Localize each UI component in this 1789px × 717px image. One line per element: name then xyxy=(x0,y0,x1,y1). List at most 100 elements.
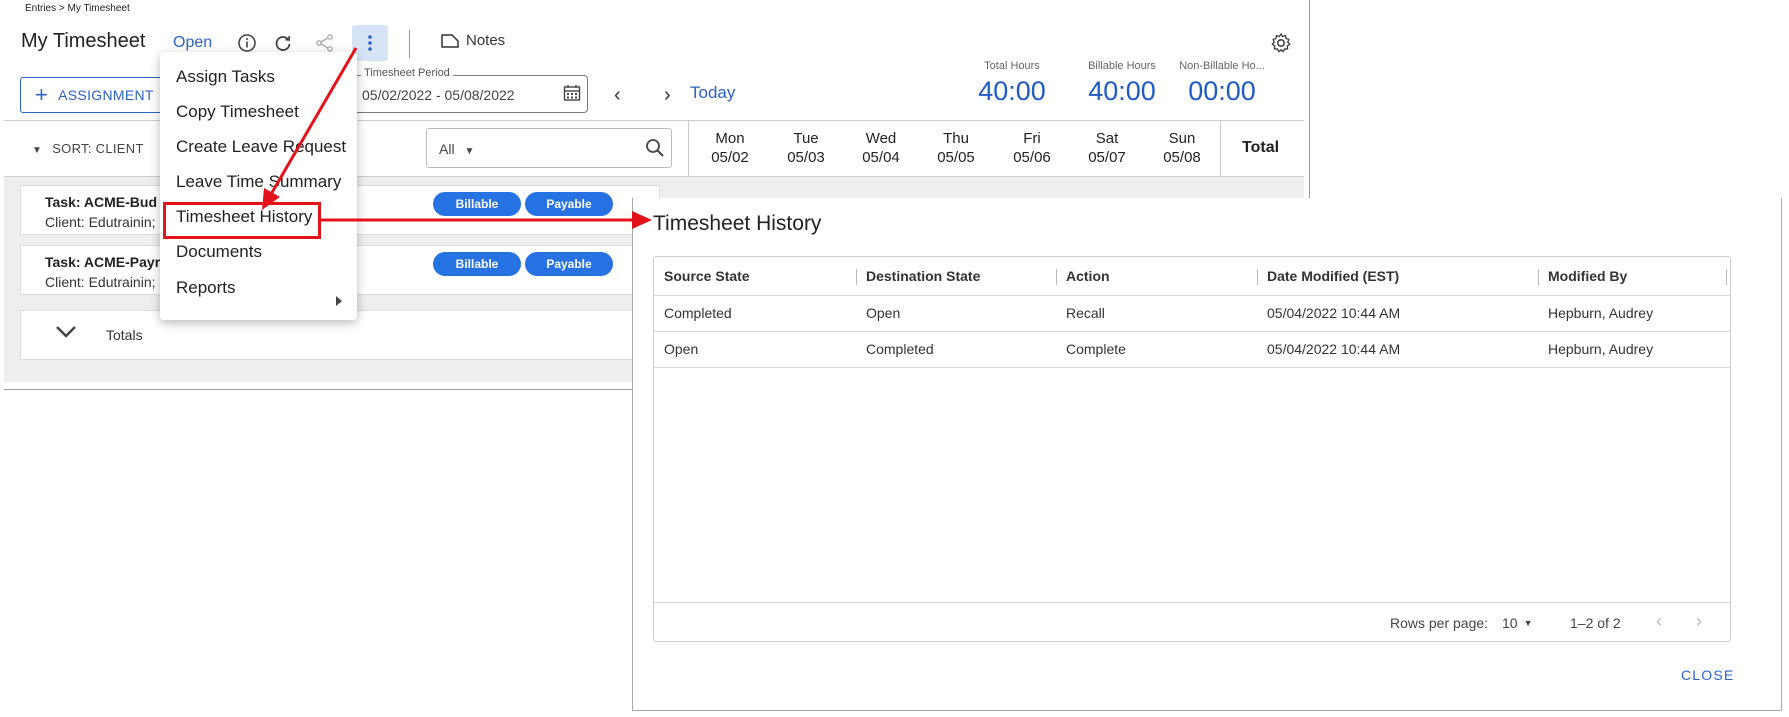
more-options-button[interactable] xyxy=(352,25,388,61)
cell-modified-by: Hepburn, Audrey xyxy=(1548,341,1654,357)
task-client: Client: Edutrainin; xyxy=(45,274,156,290)
day-column-thu: Thu 05/05 xyxy=(937,130,975,166)
more-options-menu: Assign Tasks Copy Timesheet Create Leave… xyxy=(160,52,357,320)
column-divider xyxy=(1220,121,1221,178)
column-header-modified-by[interactable]: Modified By xyxy=(1548,268,1627,284)
task-client: Client: Edutrainin; xyxy=(45,214,156,230)
summary-value: 40:00 xyxy=(978,76,1046,106)
menu-item-create-leave-request[interactable]: Create Leave Request xyxy=(176,137,346,157)
summary-billable-hours: Billable Hours 40:00 xyxy=(1076,60,1168,107)
task-name: Task: ACME-Bud xyxy=(45,194,157,210)
search-icon[interactable] xyxy=(645,138,665,163)
total-column-header: Total xyxy=(1242,139,1280,156)
assignment-label: ASSIGNMENT xyxy=(58,87,154,103)
previous-period-icon[interactable]: ‹ xyxy=(614,84,621,107)
cell-destination-state: Completed xyxy=(866,341,934,357)
summary-value: 40:00 xyxy=(1088,76,1156,106)
summary-total-hours: Total Hours 40:00 xyxy=(968,60,1056,107)
summary-value: 00:00 xyxy=(1188,76,1256,106)
column-header-date-modified[interactable]: Date Modified (EST) xyxy=(1267,268,1399,284)
totals-label: Totals xyxy=(106,327,143,343)
chevron-down-icon[interactable] xyxy=(55,325,77,344)
column-resize-handle[interactable] xyxy=(1538,269,1539,285)
day-column-mon: Mon 05/02 xyxy=(711,130,749,166)
menu-item-leave-time-summary[interactable]: Leave Time Summary xyxy=(176,172,341,192)
rows-per-page-label: Rows per page: xyxy=(1390,615,1489,631)
next-period-icon[interactable]: › xyxy=(664,84,671,107)
cell-modified-by: Hepburn, Audrey xyxy=(1548,305,1654,321)
day-column-sat: Sat 05/07 xyxy=(1088,130,1126,166)
chevron-down-icon: ▼ xyxy=(464,146,475,157)
payable-badge: Payable xyxy=(525,252,613,276)
add-assignment-button[interactable]: + ASSIGNMENT xyxy=(20,77,165,113)
menu-highlight-box xyxy=(163,202,321,239)
notes-icon xyxy=(441,33,459,48)
row-divider xyxy=(654,331,1730,332)
status-link[interactable]: Open xyxy=(173,34,212,52)
timesheet-period-label: Timesheet Period xyxy=(361,67,453,79)
cell-destination-state: Open xyxy=(866,305,901,321)
filter-select[interactable]: All ▼ xyxy=(426,128,672,168)
toolbar-divider xyxy=(409,30,410,58)
notes-button[interactable]: Notes xyxy=(440,32,505,49)
sort-button[interactable]: ▼ SORT: CLIENT xyxy=(32,141,144,156)
cell-action: Recall xyxy=(1066,305,1105,321)
column-header-action[interactable]: Action xyxy=(1066,268,1110,284)
column-resize-handle[interactable] xyxy=(1726,269,1727,285)
dialog-title: Timesheet History xyxy=(653,212,822,235)
task-name: Task: ACME-Payr xyxy=(45,254,161,270)
summary-label: Billable Hours xyxy=(1088,60,1156,72)
rows-per-page-value: 10 xyxy=(1502,615,1518,631)
page-title: My Timesheet xyxy=(21,30,146,52)
menu-item-assign-tasks[interactable]: Assign Tasks xyxy=(176,67,275,87)
vertical-dots-icon xyxy=(368,35,372,51)
menu-item-reports[interactable]: Reports xyxy=(176,278,236,298)
menu-item-copy-timesheet[interactable]: Copy Timesheet xyxy=(176,102,299,122)
row-divider xyxy=(654,367,1730,368)
column-resize-handle[interactable] xyxy=(856,269,857,285)
payable-badge: Payable xyxy=(525,192,613,216)
day-column-fri: Fri 05/06 xyxy=(1013,130,1051,166)
chevron-down-icon: ▼ xyxy=(1523,618,1533,628)
breadcrumb[interactable]: Entries > My Timesheet xyxy=(25,3,130,14)
plus-icon: + xyxy=(35,82,49,107)
history-table: Source State Destination State Action Da… xyxy=(653,256,1731,642)
notes-label: Notes xyxy=(466,32,506,49)
calendar-icon[interactable] xyxy=(563,84,581,107)
next-page-icon[interactable]: › xyxy=(1696,611,1702,632)
pagination-range: 1–2 of 2 xyxy=(1570,615,1621,631)
previous-page-icon[interactable]: ‹ xyxy=(1656,611,1662,632)
timesheet-period-value: 05/02/2022 - 05/08/2022 xyxy=(362,87,515,103)
menu-item-documents[interactable]: Documents xyxy=(176,242,262,262)
timesheet-period-field[interactable]: Timesheet Period 05/02/2022 - 05/08/2022 xyxy=(350,67,588,113)
cell-date-modified: 05/04/2022 10:44 AM xyxy=(1267,341,1401,357)
cell-source-state: Open xyxy=(664,341,699,357)
rows-per-page-select[interactable]: 10 ▼ xyxy=(1502,615,1533,631)
summary-label: Non-Billable Ho... xyxy=(1179,60,1265,72)
cell-action: Complete xyxy=(1066,341,1126,357)
summary-label: Total Hours xyxy=(984,60,1040,72)
sort-caret-icon: ▼ xyxy=(32,145,43,156)
cell-date-modified: 05/04/2022 10:44 AM xyxy=(1267,305,1401,321)
header-divider xyxy=(654,295,1730,296)
footer-divider xyxy=(654,602,1730,603)
column-resize-handle[interactable] xyxy=(1056,269,1057,285)
day-column-sun: Sun 05/08 xyxy=(1163,130,1201,166)
summary-non-billable-hours: Non-Billable Ho... 00:00 xyxy=(1170,60,1274,107)
submenu-arrow-icon xyxy=(335,293,343,311)
column-header-source-state[interactable]: Source State xyxy=(664,268,750,284)
column-header-destination-state[interactable]: Destination State xyxy=(866,268,980,284)
day-column-wed: Wed 05/04 xyxy=(862,130,900,166)
column-divider xyxy=(688,121,689,178)
filter-value: All ▼ xyxy=(439,141,475,157)
billable-badge: Billable xyxy=(433,192,521,216)
close-button[interactable]: CLOSE xyxy=(1681,667,1734,683)
timesheet-history-dialog: Timesheet History Source State Destinati… xyxy=(632,198,1782,711)
column-resize-handle[interactable] xyxy=(1257,269,1258,285)
today-button[interactable]: Today xyxy=(690,83,735,103)
sort-label: SORT: CLIENT xyxy=(52,141,144,156)
gear-icon[interactable] xyxy=(1268,30,1294,56)
day-column-tue: Tue 05/03 xyxy=(787,130,825,166)
billable-badge: Billable xyxy=(433,252,521,276)
cell-source-state: Completed xyxy=(664,305,732,321)
